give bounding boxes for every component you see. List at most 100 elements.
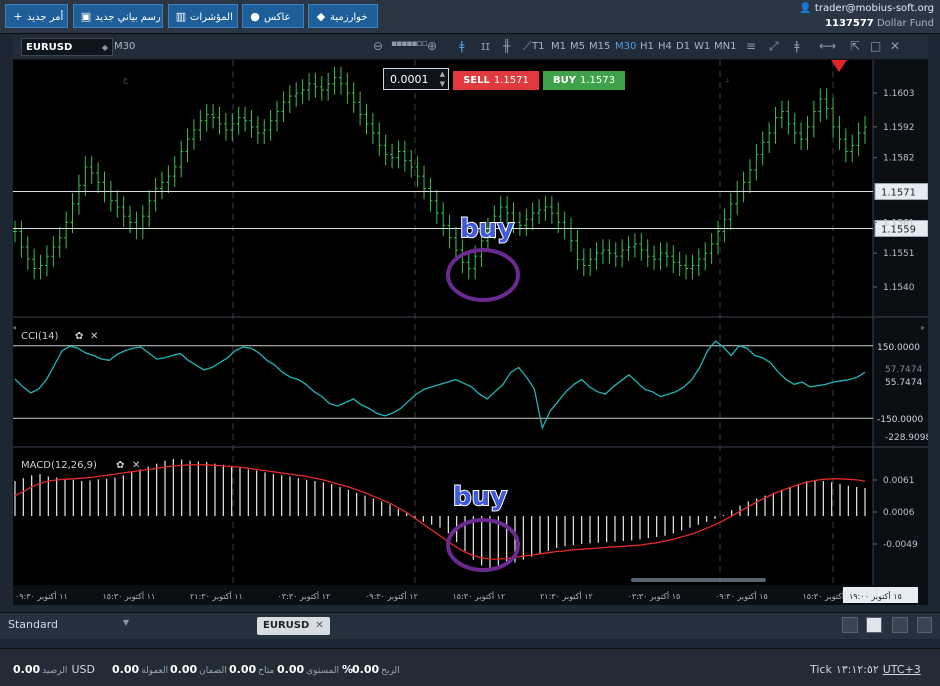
timeframe-h1[interactable]: H1 <box>640 41 654 52</box>
people-icon: ● <box>250 10 260 23</box>
scroll-icon[interactable]: ⟷ <box>819 39 836 53</box>
day-marker: ع <box>123 75 129 85</box>
time-axis-label: ١٢ أكتوبر ٠٣:٣٠ <box>278 591 331 601</box>
top-toolbar: + أمر جديد ▣ رسم بياني جديد ▥ المؤشرات ● عاك… <box>0 0 940 34</box>
workspace-select[interactable]: Standard ▼ <box>8 618 133 631</box>
macd-title: MACD(12,26,9) <box>21 460 97 471</box>
bars-icon[interactable]: ╫ <box>503 39 510 53</box>
close-icon[interactable]: ✕ <box>890 39 900 53</box>
cci-level-label: -150.0000 <box>877 415 923 425</box>
free-margin-status: 0.00 متاح <box>229 663 275 676</box>
timeframe-t1[interactable]: T1 <box>532 41 544 52</box>
time-axis-label: ١٥ أكتوبر ٠٣:٣٠ <box>628 591 681 601</box>
layout-split-button[interactable] <box>917 617 932 633</box>
collapse-right-icon: ▸ <box>921 323 925 332</box>
account-user: trader@mobius-soft.org <box>814 3 934 14</box>
buy-annotation-text: buy <box>453 482 507 512</box>
plus-icon: + <box>13 10 23 23</box>
cci-level-label: 150.0000 <box>877 343 920 353</box>
cci-title: CCI(14) <box>21 331 59 342</box>
time-axis-label: ١١ أكتوبر ٢١:٣٠ <box>190 591 243 601</box>
timeframe-m1[interactable]: M1 <box>551 41 566 52</box>
time-axis-label: ١٢ أكتوبر ٠٩:٣٠ <box>365 591 418 601</box>
profit-status: 0.00 الربح <box>352 663 400 676</box>
price-tick-label: 1.1540 <box>883 283 915 293</box>
level-status: 0.00 المستوى% <box>277 663 354 676</box>
tab-eurusd[interactable]: EURUSD ✕ <box>257 617 330 635</box>
sell-button[interactable]: SELL 1.1571 <box>453 71 539 90</box>
time-axis-label: ١٢ أكتوبر ٢١:٣٠ <box>540 591 593 601</box>
close-icon: ✕ <box>132 460 140 471</box>
detach-icon[interactable]: ⇱ <box>850 39 860 53</box>
macd-tick-label: 0.0006 <box>883 508 915 518</box>
price-line-label: 1.1571 <box>881 188 916 199</box>
chart-style-icon[interactable]: ≡ <box>746 39 756 53</box>
price-tick-label: 1.1603 <box>883 89 915 99</box>
timeframe-mn1[interactable]: MN1 <box>714 41 736 52</box>
line-icon[interactable]: ⟋ <box>523 39 531 54</box>
time-axis-label: ١١ أكتوبر ١٥:٣٠ <box>103 591 156 601</box>
crosshair-icon[interactable]: ǂ <box>459 39 465 53</box>
price-tick-label: 1.1582 <box>883 154 915 164</box>
reverse-button[interactable]: ● عاكس <box>242 4 304 28</box>
time-axis-label: ١٢ أكتوبر ١٥:٣٠ <box>453 591 506 601</box>
layout-grid-button[interactable] <box>866 617 882 633</box>
quantity-input[interactable]: 0.0001 ▲ ▼ <box>383 68 449 90</box>
tab-bar: Standard ▼ EURUSD ✕ <box>0 612 940 639</box>
settings-icon: ✿ <box>75 331 83 342</box>
algorithm-button[interactable]: ◆ خوارزمية <box>308 4 378 28</box>
horizontal-scrollbar[interactable] <box>631 578 766 582</box>
draw-tools-icon[interactable]: ⤢ <box>769 39 779 54</box>
new-chart-button[interactable]: ▣ رسم بياني جديد <box>73 4 163 28</box>
timeframe-m30[interactable]: M30 <box>615 41 636 52</box>
day-marker: ذ <box>725 75 729 85</box>
account-info: 👤 trader@mobius-soft.org 1137577 Dollar … <box>799 1 934 31</box>
timeframe-h4[interactable]: H4 <box>658 41 672 52</box>
price-chart[interactable]: ع ذ1.15711.15591.16031.15921.15821.15611.… <box>13 60 928 605</box>
timeframe-d1[interactable]: D1 <box>676 41 690 52</box>
layout-single-button[interactable] <box>842 617 858 633</box>
zoom-slider[interactable]: ▪▪▪▪▪▫▫ <box>391 39 428 49</box>
macd-tick-label: -0.0049 <box>883 540 918 550</box>
chevron-down-icon: ▼ <box>122 618 129 627</box>
cci-value-label: 57.7474 <box>885 365 922 375</box>
price-axis-panel <box>873 60 928 605</box>
new-order-button[interactable]: + أمر جديد <box>5 4 68 28</box>
chart-header: EURUSD ◆ M30 ⊖ ▪▪▪▪▪▫▫ ⊕ ǂ ɪɪ ╫ ⟋ T1 M1 M5 M… <box>13 35 928 60</box>
margin-status: 0.00 الضمان <box>170 663 227 676</box>
cci-value-label: 55.7474 <box>885 378 922 388</box>
zoom-in-icon[interactable]: ⊕ <box>427 39 437 53</box>
account-fund: Dollar Fund <box>876 18 934 29</box>
chart-icon: ▣ <box>80 10 92 23</box>
clock-status: Tick ١٣:١٢:٥٢ UTC+3 <box>810 663 921 676</box>
diamond-icon: ◆ <box>316 10 326 23</box>
macd-tick-label: 0.0061 <box>883 476 915 486</box>
maximize-icon[interactable]: □ <box>870 39 881 53</box>
account-number: 1137577 <box>825 18 874 29</box>
indicators-icon: ▥ <box>175 10 187 23</box>
level-icon[interactable]: ǂ <box>794 39 800 53</box>
price-tick-label: 1.1551 <box>883 249 915 259</box>
user-icon: 👤 <box>799 3 812 14</box>
timeframe-w1[interactable]: W1 <box>694 41 710 52</box>
cci-value-label: -228.9098 <box>885 433 928 443</box>
buy-button[interactable]: BUY 1.1573 <box>543 71 625 90</box>
collapse-left-icon: ◂ <box>13 323 16 332</box>
current-time-label: ١٥ أكتوبر ١٩:٠٠ <box>849 591 902 601</box>
buy-annotation-text: buy <box>460 214 514 244</box>
indicators-button[interactable]: ▥ المؤشرات <box>168 4 238 28</box>
balance-status: 0.00 الرصيد USD <box>13 663 95 676</box>
candles-icon[interactable]: ɪɪ <box>481 39 490 53</box>
time-axis-label: ١١ أكتوبر ٠٩:٣٠ <box>15 591 68 601</box>
zoom-out-icon[interactable]: ⊖ <box>373 39 383 53</box>
symbol-select[interactable]: EURUSD ◆ <box>21 38 113 56</box>
status-bar: 0.00 الرصيد USD 0.00 العمولة 0.00 الضمان 0.0… <box>0 648 940 686</box>
timeframe-m5[interactable]: M5 <box>570 41 585 52</box>
price-tick-label: 1.1592 <box>883 123 915 133</box>
close-icon[interactable]: ✕ <box>315 620 323 631</box>
layout-columns-button[interactable] <box>892 617 908 633</box>
timeframe-m15[interactable]: M15 <box>589 41 610 52</box>
stepper-icon[interactable]: ▲ ▼ <box>440 69 445 89</box>
settings-icon: ✿ <box>116 460 124 471</box>
time-axis-label: ١٥ أكتوبر ٠٩:٣٠ <box>715 591 768 601</box>
